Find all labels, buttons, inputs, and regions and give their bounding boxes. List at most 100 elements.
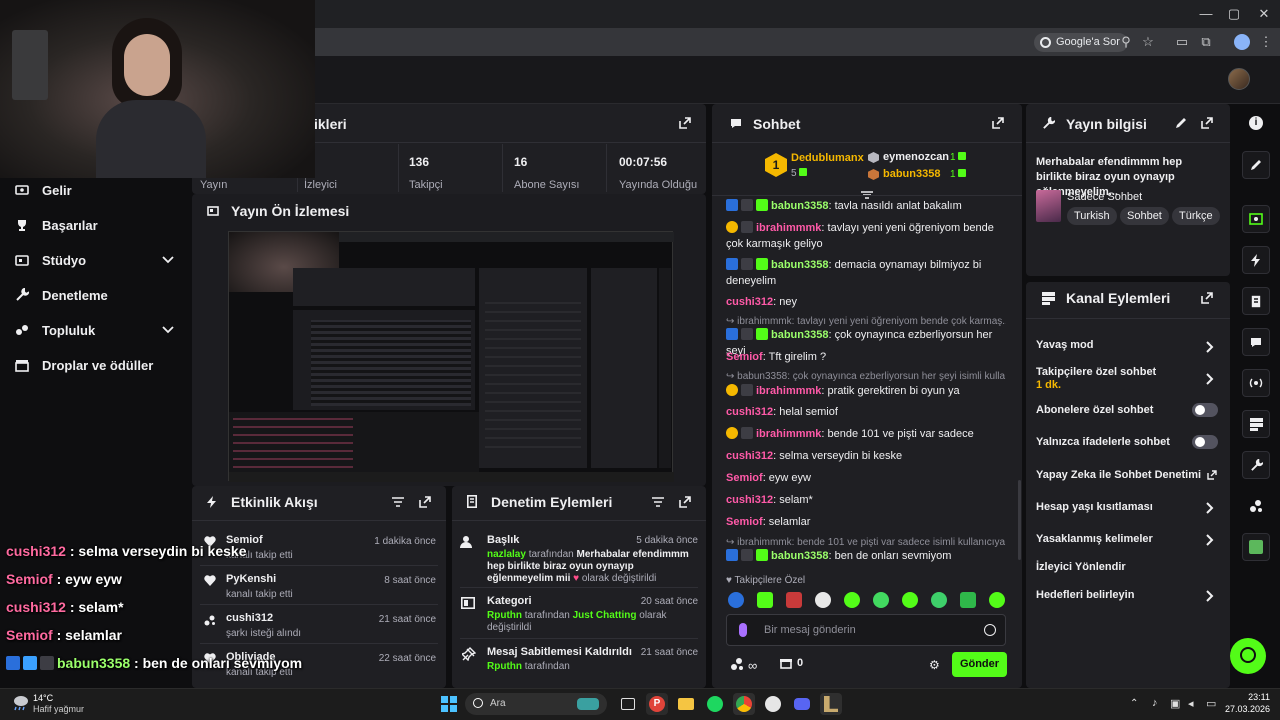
emote-icon[interactable] bbox=[786, 592, 802, 608]
emote-icon[interactable] bbox=[873, 592, 889, 608]
sidebar-item-gelir[interactable]: Gelir bbox=[14, 179, 174, 201]
cast-icon[interactable]: ▭ bbox=[1174, 34, 1190, 50]
document-icon[interactable] bbox=[1242, 287, 1270, 315]
sidebar-item-studyo[interactable]: Stüdyo bbox=[14, 249, 174, 271]
emote-icon[interactable] bbox=[757, 592, 773, 608]
sidebar-item-denetleme[interactable]: Denetleme bbox=[14, 284, 174, 306]
channel-icon[interactable] bbox=[1242, 410, 1270, 438]
sidebar-item-droplar[interactable]: Droplar ve ödüller bbox=[14, 354, 184, 376]
tag[interactable]: Sohbet bbox=[1120, 207, 1169, 225]
chrome-icon[interactable] bbox=[733, 693, 755, 715]
profile-avatar-icon[interactable] bbox=[1234, 34, 1250, 50]
microphone-icon[interactable] bbox=[739, 623, 747, 637]
league-icon[interactable] bbox=[820, 693, 842, 715]
leaderboard-name[interactable]: eymenozcan bbox=[883, 151, 949, 163]
tag[interactable]: Turkish bbox=[1067, 207, 1117, 225]
send-button[interactable]: Gönder bbox=[952, 652, 1007, 677]
slow-mode-action[interactable]: Yavaş mod bbox=[1036, 339, 1093, 351]
gift-icon[interactable] bbox=[780, 657, 792, 669]
host-action[interactable]: İzleyici Yönlendir bbox=[1036, 561, 1126, 573]
popout-icon[interactable] bbox=[992, 117, 1004, 129]
battery-icon[interactable]: ▭ bbox=[1206, 697, 1216, 710]
minimize-button[interactable]: — bbox=[1192, 4, 1220, 24]
filter-icon[interactable] bbox=[652, 497, 664, 507]
emoji-icon[interactable] bbox=[984, 624, 996, 636]
bookmark-star-icon[interactable]: ☆ bbox=[1140, 34, 1156, 50]
subscribers-only-toggle[interactable] bbox=[1192, 403, 1218, 417]
sub-badge-icon bbox=[756, 199, 768, 211]
settings-gear-icon[interactable]: ⚙ bbox=[929, 658, 940, 672]
maximize-button[interactable]: ▢ bbox=[1220, 4, 1248, 24]
emote-icon[interactable] bbox=[989, 592, 1005, 608]
sidebar-item-basarilar[interactable]: Başarılar bbox=[14, 214, 174, 236]
tag[interactable]: Türkçe bbox=[1172, 207, 1220, 225]
info-icon[interactable]: i bbox=[1249, 116, 1263, 130]
banned-words-action[interactable]: Yasaklanmış kelimeler bbox=[1036, 533, 1153, 545]
emote-icon[interactable] bbox=[844, 592, 860, 608]
points-icon[interactable] bbox=[730, 657, 744, 671]
popout-icon[interactable] bbox=[679, 117, 691, 129]
browser-menu-icon[interactable]: ⋮ bbox=[1258, 34, 1274, 50]
category-name[interactable]: Sadece Sohbet bbox=[1067, 191, 1142, 203]
set-goals-action[interactable]: Hedefleri belirleyin bbox=[1036, 589, 1134, 601]
chevron-right-icon[interactable] bbox=[1206, 534, 1216, 546]
mod-action-title: Başlık bbox=[487, 534, 520, 546]
weather-icon[interactable] bbox=[10, 693, 30, 713]
emote-icon[interactable] bbox=[728, 592, 744, 608]
edit-pencil-icon[interactable] bbox=[1242, 151, 1270, 179]
tray-chevron-up-icon[interactable]: ⌃ bbox=[1130, 698, 1138, 709]
user-avatar[interactable] bbox=[1228, 68, 1250, 90]
popout-icon[interactable] bbox=[1201, 117, 1213, 129]
windows-start-icon[interactable] bbox=[438, 693, 460, 715]
google-sor-button[interactable]: Google'a Sor bbox=[1034, 33, 1128, 52]
leaderboard-name[interactable]: babun3358 bbox=[883, 168, 940, 180]
ai-moderation-action[interactable]: Yapay Zeka ile Sohbet Denetimi bbox=[1036, 469, 1201, 481]
chat-bubble-icon[interactable] bbox=[1242, 328, 1270, 356]
chevron-right-icon[interactable] bbox=[1206, 373, 1216, 385]
network-icon[interactable]: ▣ bbox=[1170, 697, 1180, 710]
external-link-icon[interactable] bbox=[1207, 470, 1217, 480]
emote-icon[interactable] bbox=[931, 592, 947, 608]
app-p-icon[interactable]: P bbox=[646, 693, 668, 715]
popout-icon[interactable] bbox=[679, 496, 691, 508]
clip-icon[interactable] bbox=[1242, 205, 1270, 233]
support-headset-button[interactable] bbox=[1230, 638, 1266, 674]
lightning-icon[interactable] bbox=[1242, 246, 1270, 274]
chevron-right-icon[interactable] bbox=[1206, 502, 1216, 514]
chat-scrollbar[interactable] bbox=[1018, 480, 1021, 560]
points-icon[interactable] bbox=[1242, 492, 1270, 520]
chevron-right-icon[interactable] bbox=[1206, 341, 1216, 353]
emote-icon[interactable] bbox=[960, 592, 976, 608]
chat-input[interactable]: Bir mesaj gönderin bbox=[726, 614, 1006, 646]
discord-icon[interactable] bbox=[791, 693, 813, 715]
spotify-icon[interactable] bbox=[704, 693, 726, 715]
followers-only-action[interactable]: Takipçilere özel sohbet bbox=[1036, 366, 1156, 378]
taskbar-search[interactable]: Ara bbox=[465, 693, 607, 715]
file-explorer-icon[interactable] bbox=[675, 693, 697, 715]
popout-icon[interactable] bbox=[1201, 292, 1213, 304]
stream-preview-video[interactable] bbox=[228, 231, 674, 482]
clock-date[interactable]: 27.03.2026 bbox=[1222, 704, 1270, 714]
filter-icon[interactable] bbox=[392, 497, 404, 507]
preview-recursive bbox=[311, 320, 471, 406]
clock-time[interactable]: 23:11 bbox=[1230, 692, 1270, 702]
github-icon[interactable] bbox=[762, 693, 784, 715]
sidebar-item-topluluk[interactable]: Topluluk bbox=[14, 319, 174, 341]
popout-icon[interactable] bbox=[419, 496, 431, 508]
emote-icon[interactable] bbox=[902, 592, 918, 608]
wrench-icon[interactable] bbox=[1242, 451, 1270, 479]
task-view-icon[interactable] bbox=[617, 693, 639, 715]
emote-icon[interactable] bbox=[815, 592, 831, 608]
volume-icon[interactable]: ◂ bbox=[1188, 697, 1194, 710]
leaderboard-name[interactable]: Dedublumanx bbox=[791, 152, 864, 164]
emote-only-toggle[interactable] bbox=[1192, 435, 1218, 449]
edit-pencil-icon[interactable] bbox=[1175, 117, 1187, 129]
chevron-right-icon[interactable] bbox=[1206, 590, 1216, 602]
broadcast-icon[interactable] bbox=[1242, 369, 1270, 397]
microphone-tray-icon[interactable]: ♪ bbox=[1152, 697, 1158, 709]
account-age-action[interactable]: Hesap yaşı kısıtlaması bbox=[1036, 501, 1153, 513]
zoom-icon[interactable]: ⚲ bbox=[1118, 34, 1134, 50]
game-icon[interactable] bbox=[1242, 533, 1270, 561]
extensions-icon[interactable]: ⧉ bbox=[1198, 34, 1214, 50]
close-window-button[interactable]: ✕ bbox=[1250, 4, 1278, 24]
